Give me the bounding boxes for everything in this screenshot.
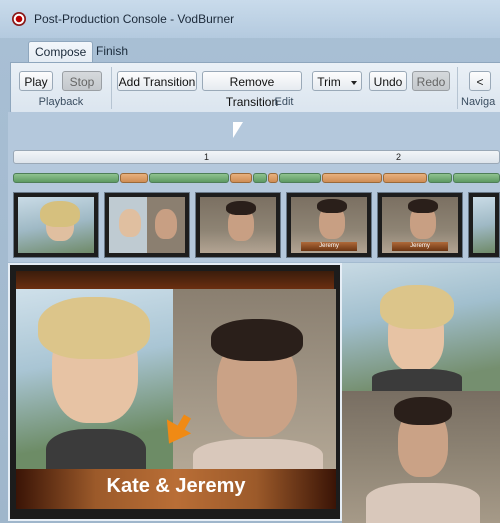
chevron-down-icon [350, 80, 357, 85]
app-record-icon [12, 12, 26, 26]
ribbon: Compose Finish Play Stop Playback Add Tr… [10, 40, 500, 114]
thumbnail-strip: Jeremy Jeremy [13, 192, 500, 262]
mouse-pointer-icon [233, 122, 243, 138]
transition-segment[interactable] [120, 173, 148, 183]
transition-segment[interactable] [268, 173, 278, 183]
thumbnail-image [18, 197, 94, 253]
group-label-navigate: Naviga [461, 96, 496, 108]
hair-shape [38, 297, 150, 359]
video-frame-jeremy [342, 391, 500, 523]
thumbnail-label: Jeremy [301, 242, 357, 251]
thumbnail-image [473, 197, 495, 253]
transition-segment[interactable] [383, 173, 427, 183]
lower-third-caption: Kate & Jeremy [16, 469, 336, 509]
group-label-playback: Playback [38, 96, 84, 108]
shoulders-shape [372, 369, 462, 391]
previous-button[interactable]: < [469, 71, 491, 91]
thumbnail-label: Jeremy [392, 242, 448, 251]
play-button[interactable]: Play [19, 71, 53, 91]
clip-thumbnail[interactable]: Jeremy [286, 192, 372, 258]
redo-button[interactable]: Redo [412, 71, 450, 91]
add-transition-button[interactable]: Add Transition [117, 71, 197, 91]
clip-thumbnail[interactable]: Jeremy [377, 192, 463, 258]
trim-label: Trim [317, 75, 341, 89]
group-separator [111, 67, 112, 109]
clip-segment[interactable] [13, 173, 119, 183]
trim-dropdown[interactable]: Trim [312, 71, 362, 91]
ruler-label: 1 [204, 152, 210, 162]
video-frame-kate [16, 289, 173, 469]
shoulders-shape [193, 439, 323, 469]
stop-button[interactable]: Stop [62, 71, 102, 91]
undo-button[interactable]: Undo [369, 71, 407, 91]
person-figure [119, 209, 141, 237]
shoulders-shape [366, 483, 480, 523]
clip-segment[interactable] [149, 173, 229, 183]
video-frame-jeremy [173, 289, 336, 469]
clip-thumbnail[interactable] [13, 192, 99, 258]
transition-segment[interactable] [230, 173, 252, 183]
ruler-label: 2 [396, 152, 402, 162]
thumbnail-image [109, 197, 185, 253]
clip-segment[interactable] [453, 173, 500, 183]
hair-shape [40, 201, 80, 227]
tab-compose[interactable]: Compose [28, 41, 94, 63]
clip-thumbnail[interactable] [104, 192, 190, 258]
clip-segment[interactable] [253, 173, 267, 183]
clip-segment-bar [13, 173, 500, 183]
clip-segment[interactable] [428, 173, 452, 183]
clip-thumbnail[interactable] [468, 192, 500, 258]
composite-preview[interactable]: Kate & Jeremy [8, 263, 342, 521]
person-figure [155, 209, 177, 239]
window-title: Post-Production Console - VodBurner [34, 12, 235, 26]
hair-shape [380, 285, 454, 329]
ribbon-panel: Play Stop Playback Add Transition Remove… [10, 62, 500, 114]
caption-text: Kate & Jeremy [106, 475, 246, 497]
hair-shape [317, 199, 347, 213]
transition-segment[interactable] [322, 173, 382, 183]
lower-third-top-band [16, 271, 334, 289]
tab-finish[interactable]: Finish [90, 41, 134, 62]
thumbnail-image [200, 197, 276, 253]
clip-segment[interactable] [279, 173, 321, 183]
shoulders-shape [46, 429, 146, 469]
remove-transition-button[interactable]: Remove Transition [202, 71, 302, 109]
group-label-edit: Edit [274, 96, 294, 108]
hair-shape [226, 201, 256, 215]
title-bar: Post-Production Console - VodBurner [0, 0, 500, 38]
group-separator [457, 67, 458, 109]
timeline-ruler[interactable]: 1 2 [13, 150, 500, 164]
source-preview[interactable] [342, 263, 500, 523]
clip-thumbnail[interactable] [195, 192, 281, 258]
hair-shape [211, 319, 303, 361]
timeline: 1 2 Jeremy Jeremy [8, 112, 500, 262]
app-window: Post-Production Console - VodBurner Comp… [0, 0, 500, 523]
hair-shape [394, 397, 452, 425]
video-frame-kate [342, 263, 500, 391]
hair-shape [408, 199, 438, 213]
